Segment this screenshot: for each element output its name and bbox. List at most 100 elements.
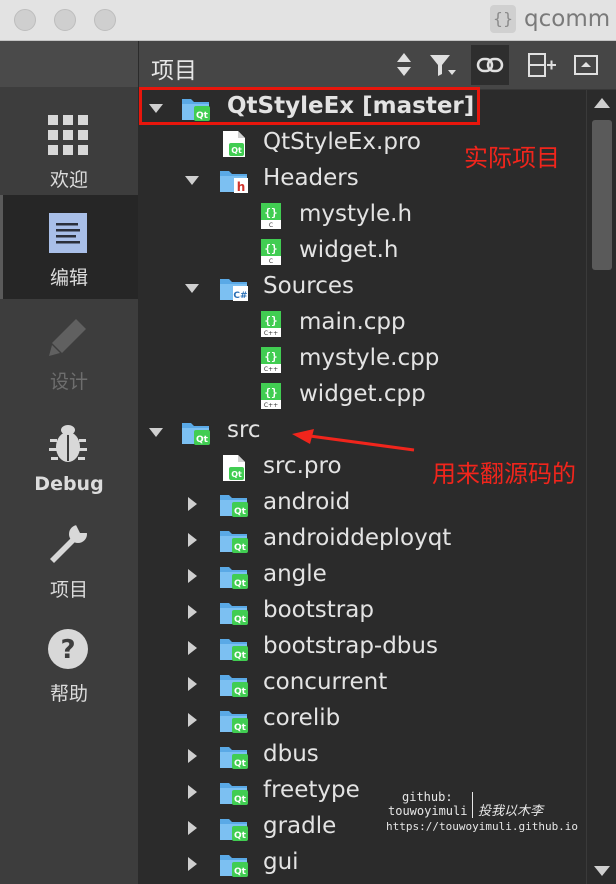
tree-item-label: freetype [263, 777, 360, 803]
tree-row[interactable]: C# Sources [139, 270, 586, 306]
tree-row[interactable]: {} C++ widget.cpp [139, 378, 586, 414]
expand-arrow-icon[interactable] [188, 641, 197, 655]
scroll-thumb[interactable] [592, 120, 612, 270]
tree-item-label: main.cpp [299, 309, 406, 335]
cpp-file-icon: {} C++ [257, 382, 287, 410]
tree-row[interactable]: Qt angle [139, 558, 586, 594]
tree-row[interactable]: Qt corelib [139, 702, 586, 738]
mode-label: 欢迎 [49, 169, 88, 191]
qt-folder-icon: Qt [219, 670, 249, 698]
tree-item-label: dbus [263, 741, 319, 767]
mode-edit[interactable]: 编辑 [0, 195, 138, 299]
tree-row[interactable]: {} Cwidget.h [139, 234, 586, 270]
svg-text:C#: C# [233, 291, 247, 301]
expand-arrow-icon[interactable] [188, 821, 197, 835]
c-header-file-icon: {} C [257, 202, 287, 230]
svg-text:{}: {} [264, 386, 277, 399]
tree-item-label: bootstrap [263, 597, 374, 623]
mode-label: Debug [34, 473, 104, 495]
scroll-up-icon[interactable] [594, 98, 610, 108]
split-add-icon [528, 53, 556, 77]
watermark-line1: github: [402, 790, 453, 804]
tree-row[interactable]: Qt bootstrap [139, 594, 586, 630]
zoom-window-button[interactable] [94, 9, 116, 31]
tree-row[interactable]: Qt concurrent [139, 666, 586, 702]
window-title-bar: {} qcomm [0, 0, 616, 41]
svg-text:Qt: Qt [234, 723, 247, 733]
tree-scrollbar[interactable] [586, 90, 616, 884]
tree-row[interactable]: Qt androiddeployqt [139, 522, 586, 558]
qt-pro-file-icon: Qt [219, 130, 249, 158]
svg-text:C: C [269, 258, 273, 265]
mode-projects[interactable]: 项目 [0, 507, 138, 611]
mode-debug[interactable]: Debug [0, 405, 138, 509]
c-header-file-icon: {} C [257, 238, 287, 266]
svg-text:Qt: Qt [234, 543, 247, 553]
expand-arrow-icon[interactable] [188, 533, 197, 547]
filter-button[interactable] [423, 45, 461, 85]
qt-pro-file-icon: Qt [219, 454, 249, 482]
panel-close-icon [574, 55, 598, 75]
tree-row[interactable]: {} C++ main.cpp [139, 306, 586, 342]
mode-help[interactable]: ? 帮助 [0, 611, 138, 715]
watermark: github: touwoyimuli 投我以木李 https://touwoy… [386, 790, 586, 840]
expand-arrow-icon[interactable] [188, 497, 197, 511]
cpp-file-icon: {} C++ [257, 310, 287, 338]
svg-text:Qt: Qt [234, 579, 247, 589]
watermark-separator [472, 792, 473, 818]
mode-bar: 欢迎 编辑 设计 Debug 项目 ? 帮助 [0, 41, 138, 884]
expand-arrow-icon[interactable] [188, 857, 197, 871]
sync-with-editor-button[interactable] [471, 45, 509, 85]
tree-row[interactable]: {} Cmystyle.h [139, 198, 586, 234]
annotation-source-browse: 用来翻源码的 [432, 460, 576, 488]
expand-arrow-icon[interactable] [188, 713, 197, 727]
close-panel-button[interactable] [567, 45, 605, 85]
svg-text:h: h [237, 180, 246, 194]
view-switch-button[interactable] [385, 45, 423, 85]
split-button[interactable] [523, 45, 561, 85]
tree-row[interactable]: Qt android [139, 486, 586, 522]
tree-row[interactable]: {} C++ mystyle.cpp [139, 342, 586, 378]
svg-text:Qt: Qt [234, 831, 247, 841]
tree-item-label: concurrent [263, 669, 388, 695]
annotation-actual-project: 实际项目 [464, 144, 560, 172]
svg-text:?: ? [60, 635, 75, 665]
mode-bar-header [0, 41, 138, 87]
collapse-arrow-icon[interactable] [185, 284, 199, 293]
highlight-box [139, 87, 480, 125]
close-window-button[interactable] [14, 9, 36, 31]
tree-item-label: src.pro [263, 453, 342, 479]
expand-arrow-icon[interactable] [188, 605, 197, 619]
expand-arrow-icon[interactable] [188, 569, 197, 583]
tree-row[interactable]: Qt gui [139, 846, 586, 882]
tree-item-label: mystyle.cpp [299, 345, 440, 371]
tree-item-label: widget.cpp [299, 381, 426, 407]
minimize-window-button[interactable] [54, 9, 76, 31]
watermark-cn: 投我以木李 [478, 804, 544, 819]
svg-text:{}: {} [264, 206, 277, 219]
mode-welcome[interactable]: 欢迎 [0, 97, 138, 201]
panel-title: 项目 [151, 58, 197, 84]
tree-item-label: android [263, 489, 351, 515]
help-icon: ? [48, 629, 88, 669]
svg-text:Qt: Qt [234, 867, 247, 877]
collapse-arrow-icon[interactable] [149, 428, 163, 437]
bug-icon [49, 425, 87, 462]
expand-arrow-icon[interactable] [188, 785, 197, 799]
grid-icon [48, 115, 88, 155]
filter-icon [430, 55, 456, 76]
cpp-file-icon: {} C++ [257, 346, 287, 374]
tree-row[interactable]: Qt bootstrap-dbus [139, 630, 586, 666]
qt-folder-icon: Qt [219, 526, 249, 554]
collapse-arrow-icon[interactable] [185, 176, 199, 185]
expand-arrow-icon[interactable] [188, 749, 197, 763]
svg-text:Qt: Qt [234, 615, 247, 625]
scroll-down-icon[interactable] [594, 866, 610, 876]
watermark-url: https://touwoyimuli.github.io [386, 820, 579, 833]
mode-design[interactable]: 设计 [0, 299, 138, 403]
expand-arrow-icon[interactable] [188, 677, 197, 691]
tree-row[interactable]: Qt dbus [139, 738, 586, 774]
svg-text:Qt: Qt [234, 507, 247, 517]
svg-text:Qt: Qt [234, 651, 247, 661]
svg-text:C++: C++ [264, 366, 278, 373]
